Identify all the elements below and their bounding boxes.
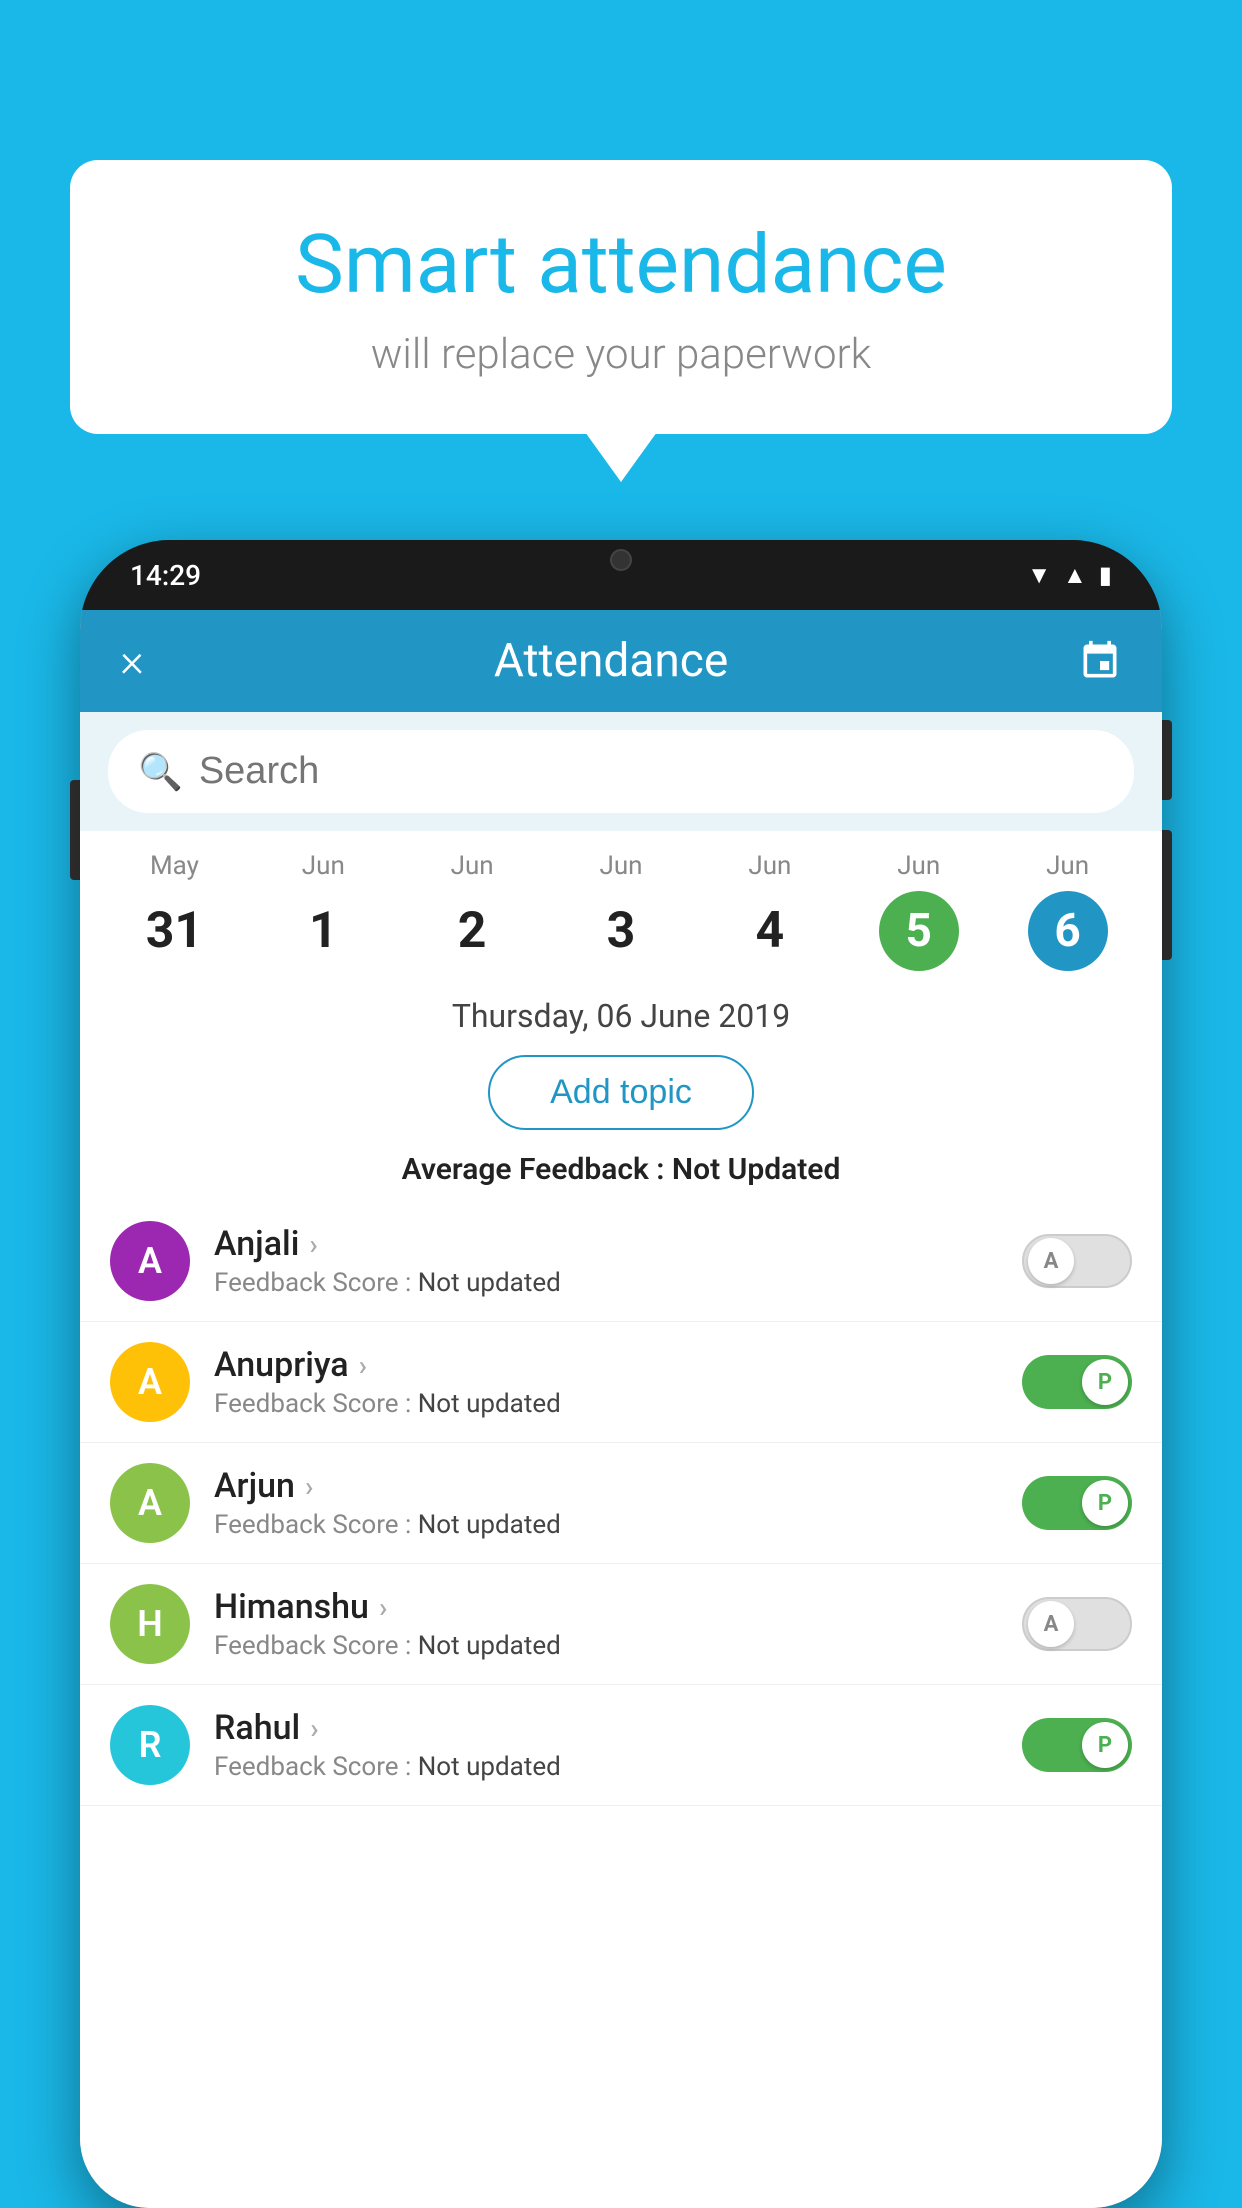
student-name[interactable]: Arjun ›	[214, 1466, 998, 1506]
toggle-knob: P	[1082, 1359, 1128, 1405]
student-name[interactable]: Rahul ›	[214, 1708, 998, 1748]
signal-icon: ▲	[1063, 561, 1087, 590]
date-month: Jun	[302, 851, 345, 881]
date-item[interactable]: May 31	[100, 851, 249, 971]
date-item[interactable]: Jun 2	[398, 851, 547, 971]
date-item[interactable]: Jun 1	[249, 851, 398, 971]
student-name[interactable]: Anupriya ›	[214, 1345, 998, 1385]
toggle-switch[interactable]: P	[1022, 1355, 1132, 1409]
student-info: Anupriya › Feedback Score : Not updated	[214, 1345, 998, 1419]
date-month: May	[150, 851, 199, 881]
wifi-icon: ▼	[1027, 561, 1051, 590]
front-camera	[610, 549, 632, 571]
attendance-toggle[interactable]: P	[1022, 1355, 1132, 1409]
chevron-icon: ›	[359, 1349, 367, 1382]
date-month: Jun	[1046, 851, 1089, 881]
avg-feedback-text: Average Feedback : Not Updated	[402, 1152, 841, 1187]
add-topic-button[interactable]: Add topic	[488, 1055, 754, 1130]
date-item[interactable]: Jun 3	[547, 851, 696, 971]
date-day[interactable]: 6	[1028, 891, 1108, 971]
date-day[interactable]: 31	[134, 891, 214, 971]
add-topic-container: Add topic	[80, 1045, 1162, 1144]
avatar: A	[110, 1463, 190, 1543]
search-input[interactable]	[199, 750, 1104, 793]
bubble-title: Smart attendance	[120, 220, 1122, 310]
attendance-toggle[interactable]: P	[1022, 1476, 1132, 1530]
avatar: R	[110, 1705, 190, 1785]
notch	[561, 540, 681, 580]
date-day[interactable]: 4	[730, 891, 810, 971]
date-month: Jun	[748, 851, 791, 881]
speech-bubble: Smart attendance will replace your paper…	[70, 160, 1172, 434]
date-day[interactable]: 5	[879, 891, 959, 971]
toggle-knob: P	[1082, 1480, 1128, 1526]
calendar-icon[interactable]	[1078, 639, 1122, 683]
student-info: Anjali › Feedback Score : Not updated	[214, 1224, 998, 1298]
date-month: Jun	[451, 851, 494, 881]
search-bar[interactable]: 🔍	[108, 730, 1134, 813]
feedback-score: Feedback Score : Not updated	[214, 1631, 998, 1661]
attendance-toggle[interactable]: A	[1022, 1234, 1132, 1288]
toggle-switch[interactable]: A	[1022, 1234, 1132, 1288]
search-icon: 🔍	[138, 751, 183, 793]
battery-icon: ▮	[1099, 561, 1112, 589]
chevron-icon: ›	[309, 1228, 317, 1261]
student-info: Rahul › Feedback Score : Not updated	[214, 1708, 998, 1782]
status-icons: ▼ ▲ ▮	[1027, 561, 1112, 590]
header-title: Attendance	[494, 634, 728, 688]
attendance-toggle[interactable]: A	[1022, 1597, 1132, 1651]
attendance-toggle[interactable]: P	[1022, 1718, 1132, 1772]
avg-feedback: Average Feedback : Not Updated	[80, 1144, 1162, 1201]
selected-date-text: Thursday, 06 June 2019	[452, 997, 790, 1035]
app-screen: × Attendance 🔍 May 31 Jun 1 Jun 2 Jun 3 Jun 4 Jun 5…	[80, 610, 1162, 2208]
toggle-knob: A	[1028, 1238, 1074, 1284]
toggle-knob: P	[1082, 1722, 1128, 1768]
date-strip: May 31 Jun 1 Jun 2 Jun 3 Jun 4 Jun 5 Jun 6	[80, 831, 1162, 981]
feedback-score: Feedback Score : Not updated	[214, 1268, 998, 1298]
avatar: A	[110, 1342, 190, 1422]
student-name[interactable]: Himanshu ›	[214, 1587, 998, 1627]
date-item[interactable]: Jun 5	[844, 851, 993, 971]
phone-frame: 14:29 ▼ ▲ ▮ × Attendance 🔍 May31J	[80, 540, 1162, 2208]
date-day[interactable]: 2	[432, 891, 512, 971]
chevron-icon: ›	[310, 1712, 318, 1745]
list-item[interactable]: H Himanshu › Feedback Score : Not updated A	[80, 1564, 1162, 1685]
date-item[interactable]: Jun 4	[695, 851, 844, 971]
toggle-switch[interactable]: P	[1022, 1718, 1132, 1772]
list-item[interactable]: A Anjali › Feedback Score : Not updated A	[80, 1201, 1162, 1322]
date-item[interactable]: Jun 6	[993, 851, 1142, 971]
student-info: Arjun › Feedback Score : Not updated	[214, 1466, 998, 1540]
list-item[interactable]: A Anupriya › Feedback Score : Not updated P	[80, 1322, 1162, 1443]
status-time: 14:29	[130, 559, 201, 592]
search-container: 🔍	[80, 712, 1162, 831]
student-info: Himanshu › Feedback Score : Not updated	[214, 1587, 998, 1661]
date-info: Thursday, 06 June 2019	[80, 981, 1162, 1045]
chevron-icon: ›	[379, 1591, 387, 1624]
avatar: H	[110, 1584, 190, 1664]
feedback-score: Feedback Score : Not updated	[214, 1752, 998, 1782]
app-header: × Attendance	[80, 610, 1162, 712]
student-list: AAnjali ›Feedback Score : Not updatedAAA…	[80, 1201, 1162, 2208]
list-item[interactable]: A Arjun › Feedback Score : Not updated P	[80, 1443, 1162, 1564]
bubble-subtitle: will replace your paperwork	[120, 330, 1122, 379]
date-day[interactable]: 1	[283, 891, 363, 971]
date-month: Jun	[599, 851, 642, 881]
toggle-switch[interactable]: P	[1022, 1476, 1132, 1530]
toggle-knob: A	[1028, 1601, 1074, 1647]
date-month: Jun	[897, 851, 940, 881]
feedback-score: Feedback Score : Not updated	[214, 1510, 998, 1540]
student-name[interactable]: Anjali ›	[214, 1224, 998, 1264]
feedback-score: Feedback Score : Not updated	[214, 1389, 998, 1419]
close-button[interactable]: ×	[120, 638, 144, 684]
date-day[interactable]: 3	[581, 891, 661, 971]
list-item[interactable]: R Rahul › Feedback Score : Not updated P	[80, 1685, 1162, 1806]
toggle-switch[interactable]: A	[1022, 1597, 1132, 1651]
avatar: A	[110, 1221, 190, 1301]
chevron-icon: ›	[305, 1470, 313, 1503]
